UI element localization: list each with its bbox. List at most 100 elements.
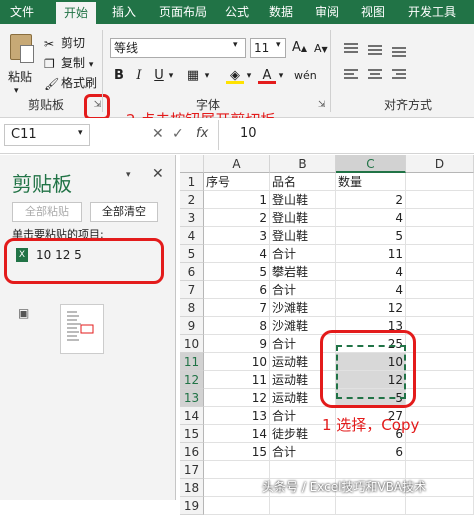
row-header[interactable]: 17 <box>180 461 204 479</box>
table-cell[interactable]: 合计 <box>270 443 336 461</box>
table-cell[interactable]: 11 <box>336 245 406 263</box>
table-cell[interactable] <box>406 461 474 479</box>
row-header[interactable]: 1 <box>180 173 204 191</box>
grow-font-button[interactable]: A▲ <box>292 40 307 55</box>
table-cell[interactable]: 5 <box>204 263 270 281</box>
row-header[interactable]: 7 <box>180 281 204 299</box>
row-header[interactable]: 9 <box>180 317 204 335</box>
table-cell[interactable] <box>204 461 270 479</box>
table-cell[interactable]: 序号 <box>204 173 270 191</box>
table-cell[interactable]: 登山鞋 <box>270 191 336 209</box>
table-cell[interactable]: 7 <box>204 299 270 317</box>
tab-insert[interactable]: 插入 <box>106 0 142 24</box>
table-cell[interactable] <box>406 281 474 299</box>
fill-dropdown-icon[interactable]: ▾ <box>244 66 254 86</box>
table-cell[interactable] <box>270 461 336 479</box>
tab-formulas[interactable]: 公式 <box>222 0 252 24</box>
underline-button[interactable]: U <box>152 66 166 86</box>
copy-button[interactable]: ❐ 复制 ▾ <box>44 54 93 71</box>
column-header[interactable]: A <box>204 155 270 173</box>
table-cell[interactable]: 沙滩鞋 <box>270 299 336 317</box>
clipboard-item[interactable]: X 10 12 5 <box>14 246 158 276</box>
name-box-dropdown-icon[interactable]: ▾ <box>78 128 83 138</box>
insert-function-icon[interactable]: fx <box>196 126 208 141</box>
table-cell[interactable]: 4 <box>204 245 270 263</box>
table-cell[interactable] <box>406 209 474 227</box>
row-header[interactable]: 18 <box>180 479 204 497</box>
table-cell[interactable]: 登山鞋 <box>270 209 336 227</box>
bold-button[interactable]: B <box>112 66 126 86</box>
table-cell[interactable]: 12 <box>204 389 270 407</box>
table-cell[interactable] <box>406 299 474 317</box>
table-cell[interactable]: 4 <box>336 281 406 299</box>
table-cell[interactable]: 10 <box>204 353 270 371</box>
formula-input[interactable]: 10 <box>240 126 257 141</box>
borders-icon[interactable]: ▦ <box>184 66 202 86</box>
table-cell[interactable]: 4 <box>336 263 406 281</box>
table-cell[interactable]: 1 <box>204 191 270 209</box>
table-cell[interactable]: 品名 <box>270 173 336 191</box>
column-header[interactable]: D <box>406 155 474 173</box>
tab-page-layout[interactable]: 页面布局 <box>154 0 212 24</box>
table-cell[interactable] <box>204 479 270 497</box>
table-cell[interactable]: 数量 <box>336 173 406 191</box>
table-cell[interactable] <box>406 245 474 263</box>
close-pane-icon[interactable]: ✕ <box>152 166 164 182</box>
row-header[interactable]: 2 <box>180 191 204 209</box>
row-header[interactable]: 8 <box>180 299 204 317</box>
row-header[interactable]: 11 <box>180 353 204 371</box>
row-header[interactable]: 3 <box>180 209 204 227</box>
pane-options-icon[interactable]: ▾ <box>126 170 131 180</box>
clipboard-image-item[interactable] <box>60 304 104 354</box>
underline-dropdown-icon[interactable]: ▾ <box>166 66 176 86</box>
paste-dropdown-icon[interactable]: ▾ <box>14 86 19 96</box>
table-cell[interactable]: 2 <box>204 209 270 227</box>
table-cell[interactable]: 6 <box>336 443 406 461</box>
font-dialog-launcher-icon[interactable]: ⇲ <box>318 100 326 110</box>
tab-file[interactable]: 文件 <box>4 0 40 24</box>
enter-icon[interactable]: ✓ <box>172 126 184 142</box>
table-cell[interactable]: 6 <box>204 281 270 299</box>
fill-color-icon[interactable]: ◈ <box>226 66 244 84</box>
font-color-icon[interactable]: A <box>258 66 276 84</box>
table-cell[interactable]: 13 <box>204 407 270 425</box>
size-dropdown-icon[interactable]: ▾ <box>276 40 281 50</box>
tab-review[interactable]: 审阅 <box>312 0 342 24</box>
row-header[interactable]: 4 <box>180 227 204 245</box>
table-cell[interactable]: 3 <box>204 227 270 245</box>
table-cell[interactable]: 5 <box>336 227 406 245</box>
table-cell[interactable] <box>406 335 474 353</box>
row-header[interactable]: 16 <box>180 443 204 461</box>
cancel-icon[interactable]: ✕ <box>152 126 164 142</box>
table-cell[interactable]: 8 <box>204 317 270 335</box>
cut-button[interactable]: ✂ 剪切 <box>44 34 85 51</box>
table-cell[interactable]: 12 <box>336 299 406 317</box>
format-painter-button[interactable]: 🖌 格式刷 <box>44 74 97 91</box>
tab-data[interactable]: 数据 <box>266 0 296 24</box>
table-cell[interactable]: 11 <box>204 371 270 389</box>
table-cell[interactable] <box>406 353 474 371</box>
select-all-corner[interactable] <box>180 155 204 173</box>
row-header[interactable]: 6 <box>180 263 204 281</box>
table-cell[interactable] <box>406 263 474 281</box>
column-header-selected[interactable]: C <box>336 155 406 173</box>
table-cell[interactable]: 4 <box>336 209 406 227</box>
borders-dropdown-icon[interactable]: ▾ <box>202 66 212 86</box>
font-color-dropdown-icon[interactable]: ▾ <box>276 66 286 86</box>
tab-developer[interactable]: 开发工具 <box>402 0 462 24</box>
column-header[interactable]: B <box>270 155 336 173</box>
tab-view[interactable]: 视图 <box>358 0 388 24</box>
row-header[interactable]: 13 <box>180 389 204 407</box>
phonetic-icon[interactable]: wén <box>294 66 317 86</box>
font-dropdown-icon[interactable]: ▾ <box>233 40 238 50</box>
row-header[interactable]: 14 <box>180 407 204 425</box>
table-cell[interactable]: 登山鞋 <box>270 227 336 245</box>
table-cell[interactable] <box>336 461 406 479</box>
table-cell[interactable]: 14 <box>204 425 270 443</box>
table-cell[interactable] <box>406 173 474 191</box>
table-cell[interactable]: 攀岩鞋 <box>270 263 336 281</box>
table-cell[interactable] <box>406 227 474 245</box>
row-header[interactable]: 12 <box>180 371 204 389</box>
table-cell[interactable]: 2 <box>336 191 406 209</box>
table-cell[interactable] <box>406 371 474 389</box>
